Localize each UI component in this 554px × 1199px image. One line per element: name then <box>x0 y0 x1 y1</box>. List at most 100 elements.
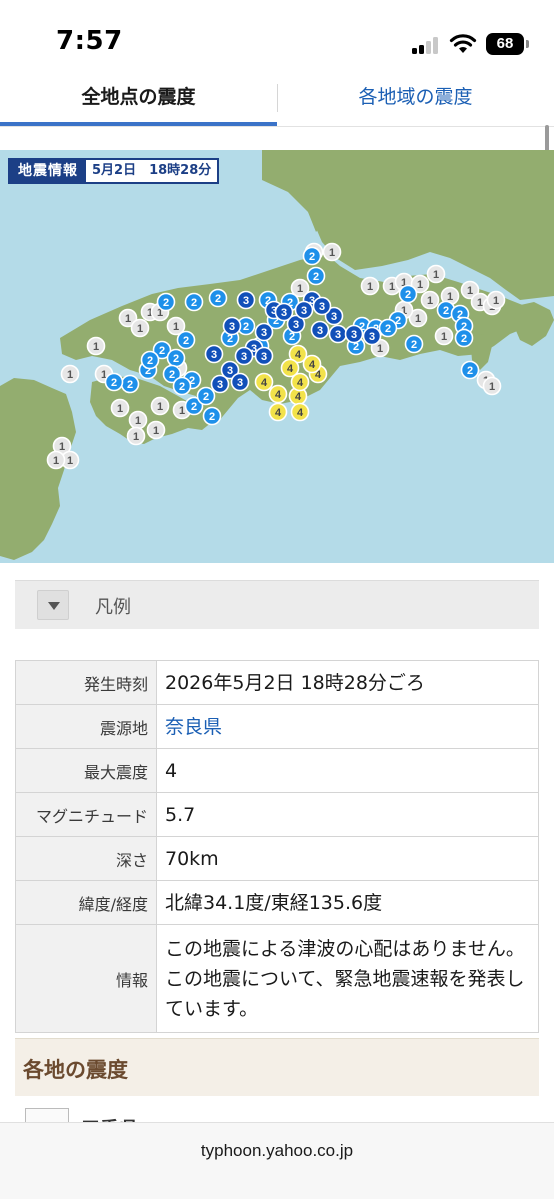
intensity-marker[interactable]: 3 <box>210 374 230 394</box>
info-key: 発生時刻 <box>15 660 157 705</box>
intensity-marker[interactable]: 1 <box>434 326 454 346</box>
intensity-marker[interactable]: 2 <box>120 374 140 394</box>
section-header: 各地の震度 <box>15 1038 539 1096</box>
info-row-notes: 情報 この地震による津波の心配はありません。この地震について、緊急地震速報を発表… <box>15 924 539 1033</box>
intensity-marker[interactable]: 4 <box>290 372 310 392</box>
info-row-depth: 深さ 70km <box>15 836 539 881</box>
intensity-marker[interactable]: 1 <box>360 276 380 296</box>
intensity-marker[interactable]: 2 <box>454 328 474 348</box>
intensity-marker[interactable]: 2 <box>208 288 228 308</box>
intensity-marker[interactable]: 1 <box>146 420 166 440</box>
intensity-marker[interactable]: 2 <box>460 360 480 380</box>
tab-regions[interactable]: 各地域の震度 <box>277 80 554 122</box>
info-row-max-intensity: 最大震度 4 <box>15 748 539 793</box>
intensity-marker[interactable]: 3 <box>274 302 294 322</box>
intensity-marker[interactable]: 2 <box>176 330 196 350</box>
intensity-marker[interactable]: 2 <box>172 376 192 396</box>
intensity-marker[interactable]: 3 <box>236 290 256 310</box>
tab-all-points[interactable]: 全地点の震度 <box>0 80 277 122</box>
epicenter-link[interactable]: 奈良県 <box>156 704 539 749</box>
intensity-marker[interactable]: 3 <box>294 300 314 320</box>
info-row-magnitude: マグニチュード 5.7 <box>15 792 539 837</box>
svg-text:1: 1 <box>427 295 433 307</box>
svg-text:1: 1 <box>67 455 73 467</box>
svg-text:2: 2 <box>147 355 153 367</box>
intensity-marker[interactable]: 3 <box>312 296 332 316</box>
svg-text:3: 3 <box>351 329 357 341</box>
intensity-marker[interactable]: 2 <box>302 246 322 266</box>
intensity-marker[interactable]: 3 <box>362 326 382 346</box>
intensity-marker[interactable]: 1 <box>60 364 80 384</box>
map-info-label: 地震情報 5月2日 18時28分 <box>8 158 220 184</box>
intensity-marker[interactable]: 2 <box>306 266 326 286</box>
intensity-marker[interactable]: 3 <box>254 322 274 342</box>
intensity-marker[interactable]: 1 <box>322 242 342 262</box>
svg-text:3: 3 <box>281 307 287 319</box>
intensity-marker[interactable]: 3 <box>222 316 242 336</box>
info-value: 5.7 <box>156 792 539 837</box>
intensity-marker[interactable]: 2 <box>184 292 204 312</box>
intensity-marker[interactable]: 3 <box>230 372 250 392</box>
intensity-marker[interactable]: 2 <box>378 318 398 338</box>
intensity-marker[interactable]: 3 <box>344 324 364 344</box>
intensity-marker[interactable]: 2 <box>196 386 216 406</box>
svg-text:1: 1 <box>415 313 421 325</box>
intensity-marker[interactable]: 1 <box>126 426 146 446</box>
intensity-marker[interactable]: 4 <box>268 402 288 422</box>
intensity-marker[interactable]: 2 <box>202 406 222 426</box>
seismic-intensity-map[interactable]: 1111111111111111111111111111111111111122… <box>0 150 554 563</box>
svg-text:3: 3 <box>241 351 247 363</box>
intensity-marker[interactable]: 1 <box>86 336 106 356</box>
status-bar: 7:57 68 <box>0 0 554 80</box>
intensity-marker[interactable]: 2 <box>404 334 424 354</box>
intensity-marker[interactable]: 1 <box>482 376 502 396</box>
intensity-marker[interactable]: 4 <box>290 402 310 422</box>
earthquake-info-table: 発生時刻 2026年5月2日 18時28分ごろ 震源地 奈良県 最大震度 4 マ… <box>15 660 539 1033</box>
svg-text:1: 1 <box>137 323 143 335</box>
intensity-marker[interactable]: 1 <box>128 410 148 430</box>
browser-address-bar[interactable]: typhoon.yahoo.co.jp <box>0 1122 554 1199</box>
section-title: 各地の震度 <box>23 1058 128 1082</box>
svg-text:3: 3 <box>261 327 267 339</box>
intensity-marker[interactable]: 4 <box>254 372 274 392</box>
svg-text:2: 2 <box>443 305 449 317</box>
svg-text:3: 3 <box>217 379 223 391</box>
intensity-marker[interactable]: 1 <box>150 396 170 416</box>
intensity-marker[interactable]: 1 <box>486 290 506 310</box>
info-key: 震源地 <box>15 704 157 749</box>
battery-cap <box>526 40 529 48</box>
expand-legend-button[interactable] <box>37 590 69 620</box>
info-value: この地震による津波の心配はありません。この地震について、緊急地震速報を発表してい… <box>156 924 539 1033</box>
svg-text:2: 2 <box>173 353 179 365</box>
svg-text:3: 3 <box>243 295 249 307</box>
intensity-marker[interactable]: 3 <box>328 324 348 344</box>
svg-text:1: 1 <box>297 283 303 295</box>
legend-bar[interactable]: 凡例 <box>15 580 539 629</box>
intensity-marker[interactable]: 1 <box>420 290 440 310</box>
intensity-marker[interactable]: 3 <box>310 320 330 340</box>
map-label-title: 地震情報 <box>10 160 86 182</box>
intensity-marker[interactable]: 2 <box>104 372 124 392</box>
intensity-marker[interactable]: 1 <box>110 398 130 418</box>
info-key: 情報 <box>15 924 157 1033</box>
intensity-marker[interactable]: 3 <box>254 346 274 366</box>
intensity-marker[interactable]: 4 <box>268 384 288 404</box>
svg-text:1: 1 <box>133 431 139 443</box>
svg-text:2: 2 <box>203 391 209 403</box>
intensity-marker[interactable]: 3 <box>204 344 224 364</box>
svg-text:1: 1 <box>493 295 499 307</box>
intensity-marker[interactable]: 1 <box>426 264 446 284</box>
intensity-marker[interactable]: 3 <box>234 346 254 366</box>
intensity-marker[interactable]: 1 <box>130 318 150 338</box>
svg-text:3: 3 <box>211 349 217 361</box>
intensity-marker[interactable]: 2 <box>140 350 160 370</box>
intensity-marker[interactable]: 2 <box>156 292 176 312</box>
svg-text:1: 1 <box>153 425 159 437</box>
info-row-coordinates: 緯度/経度 北緯34.1度/東経135.6度 <box>15 880 539 925</box>
intensity-marker[interactable]: 1 <box>46 450 66 470</box>
intensity-marker[interactable]: 4 <box>302 354 322 374</box>
intensity-marker[interactable]: 2 <box>166 348 186 368</box>
intensity-marker[interactable]: 2 <box>398 284 418 304</box>
svg-text:2: 2 <box>385 323 391 335</box>
tab-bar: 全地点の震度 各地域の震度 <box>0 80 554 128</box>
